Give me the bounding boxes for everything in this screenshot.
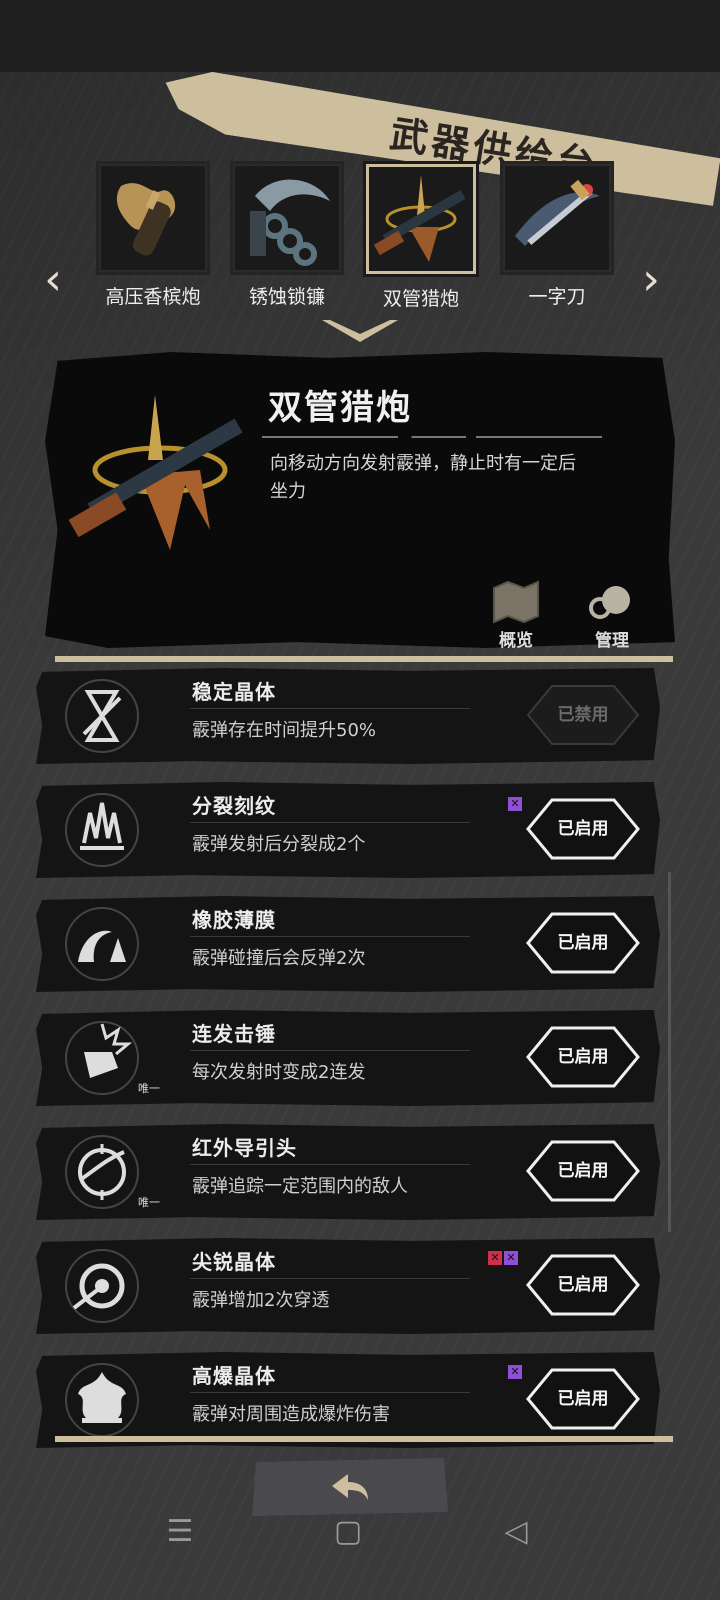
upgrade-state-label: 已启用 bbox=[557, 1047, 609, 1067]
weapon-name: 双管猎炮 bbox=[382, 288, 459, 310]
manage-button[interactable]: 管理 bbox=[582, 580, 642, 651]
back-button[interactable] bbox=[248, 1456, 452, 1518]
homing-target-icon bbox=[65, 1135, 139, 1209]
divider bbox=[190, 936, 470, 937]
divider bbox=[55, 1436, 673, 1442]
double-barrel-shotgun-icon bbox=[68, 395, 243, 550]
pierce-target-icon bbox=[65, 1249, 139, 1323]
upgrade-description: 霰弹存在时间提升50% bbox=[192, 720, 377, 741]
upgrade-toggle-button[interactable]: 已启用 bbox=[522, 1364, 644, 1434]
divider bbox=[190, 1278, 470, 1279]
weapon-name: 高压香槟炮 bbox=[105, 286, 201, 308]
overview-button[interactable]: 概览 bbox=[486, 580, 546, 651]
menu-icon[interactable]: ☰ bbox=[160, 1512, 200, 1552]
upgrade-description: 霰弹碰撞后会反弹2次 bbox=[192, 948, 366, 969]
upgrade-name: 红外导引头 bbox=[192, 1136, 297, 1160]
champagne-cannon-icon bbox=[99, 164, 207, 272]
upgrade-name: 尖锐晶体 bbox=[192, 1250, 276, 1274]
upgrade-description: 霰弹发射后分裂成2个 bbox=[192, 834, 366, 855]
unique-badge: 唯一 bbox=[138, 1196, 160, 1209]
tag-group: ✕ ✕ bbox=[486, 1246, 518, 1265]
divider bbox=[55, 656, 673, 662]
purple-tag-icon: ✕ bbox=[508, 797, 522, 811]
manage-label: 管理 bbox=[595, 631, 629, 651]
divider bbox=[262, 436, 602, 438]
upgrade-name: 连发击锤 bbox=[192, 1022, 276, 1046]
rusty-chain-sickle-icon bbox=[233, 164, 341, 272]
home-icon[interactable]: ▢ bbox=[328, 1512, 368, 1552]
upgrade-description: 每次发射时变成2连发 bbox=[192, 1062, 366, 1083]
double-barrel-shotgun-icon bbox=[366, 164, 476, 274]
weapon-card-shotgun[interactable]: 双管猎炮 bbox=[356, 164, 486, 311]
tag-group: ✕ bbox=[506, 792, 522, 811]
upgrade-state-label: 已启用 bbox=[557, 819, 609, 839]
unique-badge: 唯一 bbox=[138, 1082, 160, 1095]
upgrade-name: 橡胶薄膜 bbox=[192, 908, 276, 932]
upgrade-name: 分裂刻纹 bbox=[192, 794, 276, 818]
red-tag-icon: ✕ bbox=[488, 1251, 502, 1265]
divider bbox=[190, 822, 470, 823]
weapon-name: 锈蚀锁镰 bbox=[248, 286, 325, 308]
upgrade-state-label: 已启用 bbox=[557, 1275, 609, 1295]
explosion-icon bbox=[65, 1363, 139, 1437]
weapon-name-title: 双管猎炮 bbox=[268, 388, 412, 428]
next-weapon-arrow-icon[interactable]: › bbox=[636, 255, 666, 305]
prev-weapon-arrow-icon[interactable]: ‹ bbox=[38, 255, 68, 305]
hourglass-icon bbox=[65, 679, 139, 753]
upgrade-description: 霰弹追踪一定范围内的敌人 bbox=[192, 1176, 408, 1197]
divider bbox=[190, 1392, 470, 1393]
purple-tag-icon: ✕ bbox=[508, 1365, 522, 1379]
weapon-selector: ‹ 高压香槟炮 锈蚀锁镰 双管猎炮 一字刀 › bbox=[0, 160, 720, 320]
upgrade-toggle-button[interactable]: 已启用 bbox=[522, 1022, 644, 1092]
split-crown-icon bbox=[65, 793, 139, 867]
divider bbox=[190, 1050, 470, 1051]
hammer-burst-icon bbox=[65, 1021, 139, 1095]
upgrade-state-label: 已禁用 bbox=[557, 705, 609, 725]
back-nav-icon[interactable]: ◁ bbox=[496, 1512, 536, 1552]
purple-tag-icon: ✕ bbox=[504, 1251, 518, 1265]
upgrade-description: 霰弹增加2次穿透 bbox=[192, 1290, 330, 1311]
weapon-card-sickle[interactable]: 锈蚀锁镰 bbox=[222, 164, 352, 309]
top-band bbox=[0, 0, 720, 72]
chevron-down-icon bbox=[322, 320, 398, 342]
upgrade-name: 稳定晶体 bbox=[192, 680, 276, 704]
bounce-wave-icon bbox=[65, 907, 139, 981]
map-icon bbox=[493, 580, 539, 624]
upgrade-description: 霰弹对周围造成爆炸伤害 bbox=[192, 1404, 390, 1425]
weapon-name: 一字刀 bbox=[528, 286, 586, 308]
upgrade-toggle-button[interactable]: 已启用 bbox=[522, 1250, 644, 1320]
divider bbox=[190, 708, 470, 709]
upgrade-toggle-button[interactable]: 已禁用 bbox=[522, 680, 644, 750]
divider bbox=[190, 1164, 470, 1165]
weapon-card-champagne[interactable]: 高压香槟炮 bbox=[88, 164, 218, 309]
upgrade-name: 高爆晶体 bbox=[192, 1364, 276, 1388]
weapon-description: 向移动方向发射霰弹，静止时有一定后坐力 bbox=[270, 453, 576, 502]
upgrade-toggle-button[interactable]: 已启用 bbox=[522, 1136, 644, 1206]
upgrade-state-label: 已启用 bbox=[557, 1161, 609, 1181]
overview-label: 概览 bbox=[499, 631, 533, 651]
upgrade-state-label: 已启用 bbox=[557, 1389, 609, 1409]
upgrade-toggle-button[interactable]: 已启用 bbox=[522, 794, 644, 864]
scrollbar[interactable] bbox=[668, 872, 671, 1232]
upgrade-state-label: 已启用 bbox=[557, 933, 609, 953]
katana-icon bbox=[503, 164, 611, 272]
weapon-card-katana[interactable]: 一字刀 bbox=[492, 164, 622, 309]
tag-group: ✕ bbox=[506, 1360, 522, 1379]
gear-icon bbox=[589, 586, 630, 619]
upgrade-toggle-button[interactable]: 已启用 bbox=[522, 908, 644, 978]
